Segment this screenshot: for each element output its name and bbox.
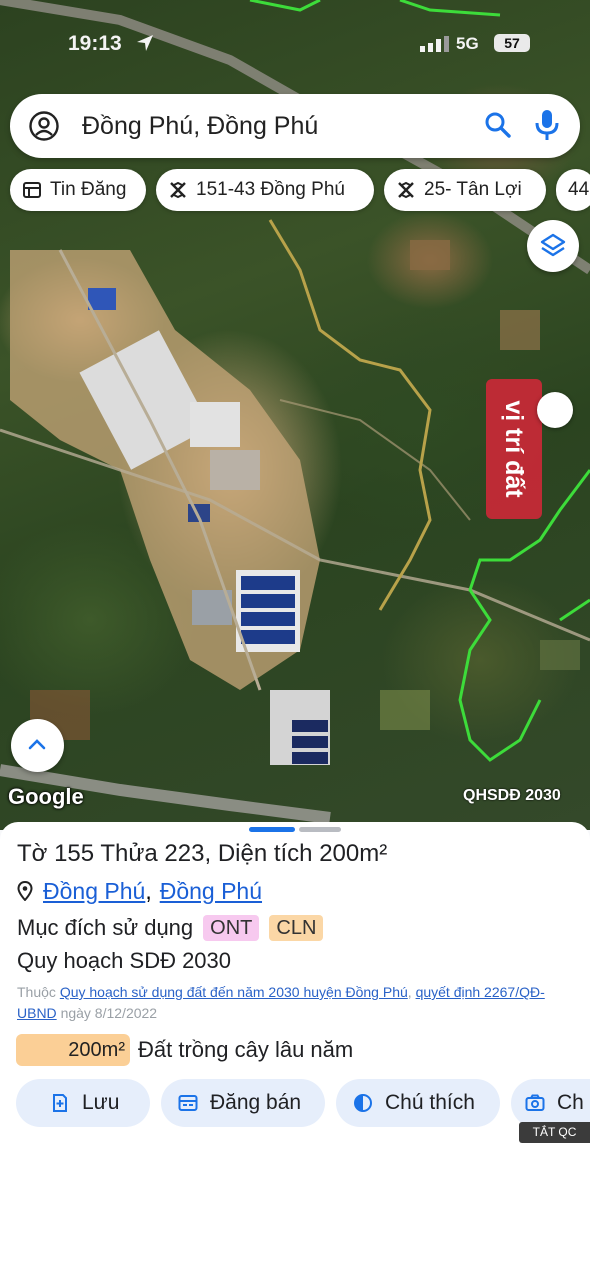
plan-note: Thuộc Quy hoạch sử dụng đất đến năm 2030…: [17, 984, 545, 1021]
plan-link[interactable]: Quy hoạch sử dụng đất đến năm 2030 huyện…: [60, 984, 408, 1000]
purpose-badge-cln: CLN: [269, 915, 324, 941]
post-for-sale-button[interactable]: Đăng bán: [161, 1079, 325, 1127]
parcel-title: Tờ 155 Thửa 223, Diện tích 200m²: [17, 840, 388, 867]
location-link-commune[interactable]: Đồng Phú: [160, 878, 262, 905]
pin-label-text: vị trí đất: [500, 400, 529, 498]
chip-tin-dang[interactable]: Tin Đăng: [10, 169, 146, 211]
search-input[interactable]: Đồng Phú, Đồng Phú: [82, 112, 318, 141]
location-link-district[interactable]: Đồng Phú: [43, 878, 145, 905]
google-logo: Google: [8, 784, 84, 809]
area-row: 200m² Đất trồng cây lâu năm: [16, 1034, 353, 1066]
parcel-location: Đồng Phú , Đồng Phú: [17, 876, 262, 906]
location-separator: ,: [145, 877, 152, 904]
sheet-page-indicator-active[interactable]: [249, 827, 295, 832]
mic-icon[interactable]: [534, 109, 560, 141]
map-marker[interactable]: [537, 392, 573, 428]
filter-chips: Tin Đăng 151-43 Đồng Phú 25- Tân Lợi 44: [10, 169, 590, 213]
contrast-icon: [354, 1094, 372, 1112]
network-type: 5G: [456, 34, 479, 53]
sheet-page-indicator[interactable]: [299, 827, 341, 832]
location-pin-icon: [17, 881, 33, 901]
chip-151-43[interactable]: 151-43 Đồng Phú: [156, 169, 374, 211]
disable-ads-button[interactable]: TẮT QC: [519, 1122, 590, 1143]
status-bar: 19:13 5G 57: [0, 28, 590, 62]
search-bar[interactable]: Đồng Phú, Đồng Phú: [10, 94, 580, 158]
signal-icon: [420, 36, 449, 52]
map-off-icon: [170, 181, 186, 199]
battery-icon: 57: [494, 34, 530, 52]
expand-sheet-button[interactable]: [11, 719, 64, 772]
photo-button-label: Ch: [557, 1091, 584, 1114]
chip-label: 151-43 Đồng Phú: [196, 179, 345, 200]
chip-44[interactable]: 44: [556, 169, 590, 211]
list-icon: [23, 182, 41, 198]
camera-icon: [525, 1094, 545, 1111]
plan-note-date: ngày 8/12/2022: [60, 1005, 158, 1021]
status-time: 19:13: [68, 32, 122, 55]
map-off-icon: [398, 181, 414, 199]
search-icon[interactable]: [484, 111, 512, 139]
chip-label: Tin Đăng: [50, 179, 127, 200]
map-layer-label: QHSDĐ 2030: [463, 787, 561, 804]
location-arrow-icon: [137, 35, 153, 51]
photo-button[interactable]: Ch: [511, 1079, 590, 1127]
save-icon: [53, 1094, 67, 1112]
pin-label: vị trí đất: [486, 379, 542, 519]
save-button[interactable]: Lưu: [16, 1079, 150, 1127]
account-icon[interactable]: [28, 110, 60, 142]
chip-label: 25- Tân Lợi: [424, 179, 522, 200]
land-use-purpose: Mục đích sử dụng ONT CLN: [17, 913, 324, 943]
action-buttons: Lưu Đăng bán Chú thích Ch: [16, 1079, 590, 1127]
legend-button-label: Chú thích: [385, 1091, 475, 1114]
plan-note-prefix: Thuộc: [17, 984, 56, 1000]
purpose-label: Mục đích sử dụng: [17, 915, 194, 940]
layers-icon: [540, 233, 566, 257]
parcel-sheet[interactable]: Tờ 155 Thửa 223, Diện tích 200m² Đồng Ph…: [0, 822, 590, 1280]
chip-label: 44: [568, 179, 590, 200]
map-view[interactable]: 19:13 5G 57 Đồng Phú, Đồng Phú Tin Đăng …: [0, 0, 590, 830]
purpose-badge-ont: ONT: [203, 915, 260, 941]
post-icon: [178, 1095, 198, 1111]
plan-title: Quy hoạch SDĐ 2030: [17, 948, 232, 973]
chip-25-tan-loi[interactable]: 25- Tân Lợi: [384, 169, 546, 211]
legend-button[interactable]: Chú thích: [336, 1079, 500, 1127]
area-value: 200m²: [16, 1034, 130, 1066]
post-button-label: Đăng bán: [210, 1091, 302, 1114]
save-button-label: Lưu: [82, 1091, 120, 1114]
chevron-up-icon: [28, 739, 46, 750]
layers-button[interactable]: [527, 220, 579, 272]
area-description: Đất trồng cây lâu năm: [138, 1037, 354, 1062]
